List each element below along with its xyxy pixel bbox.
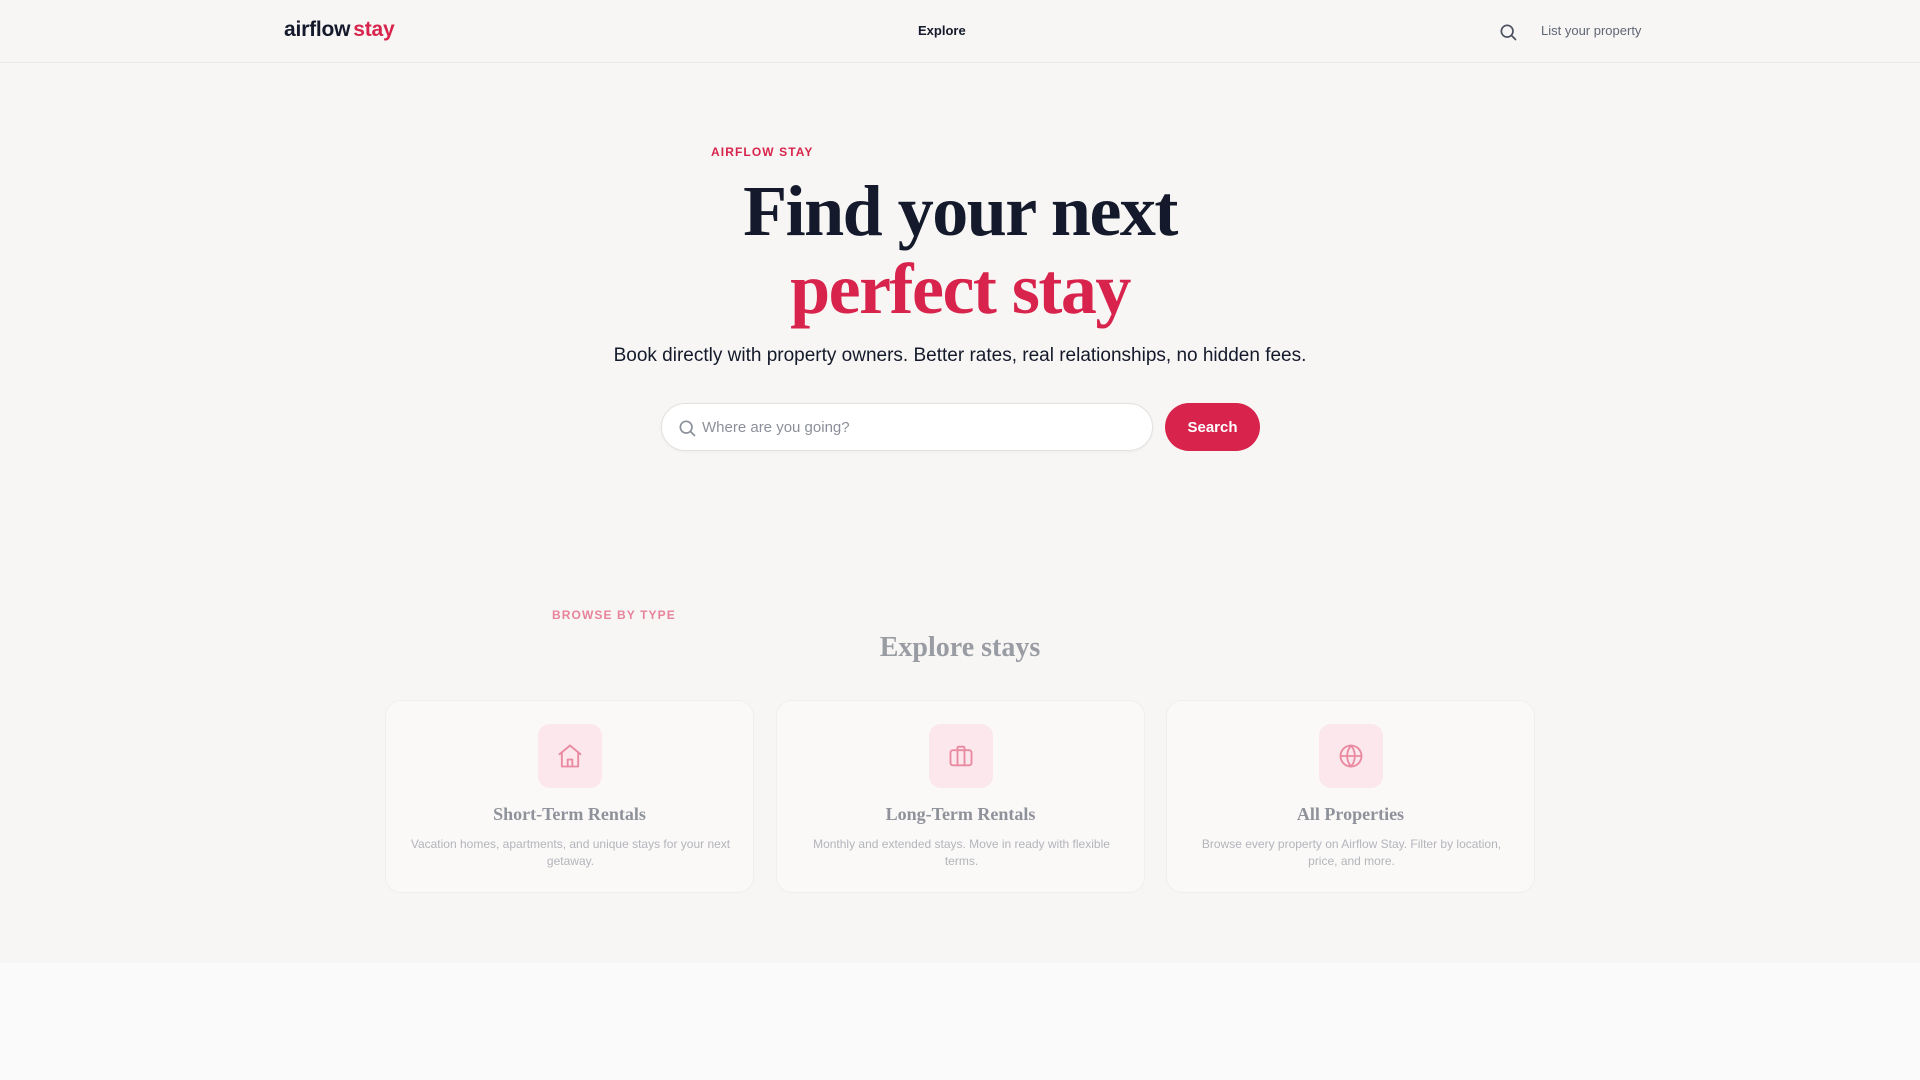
logo-accent: stay [353,18,395,41]
card-title: Short-Term Rentals [493,804,646,824]
hero-subtitle: Book directly with property owners. Bett… [613,345,1307,366]
search-button[interactable]: Search [1165,403,1260,451]
search-icon [677,418,697,438]
destination-search-input[interactable] [702,404,1142,450]
briefcase-icon [949,745,973,767]
card-long-term-rentals[interactable]: Long-Term Rentals Monthly and extended s… [776,700,1145,893]
home-icon [558,744,582,768]
card-description: Monthly and extended stays. Move in read… [813,837,1110,868]
card-title: Long-Term Rentals [885,804,1036,824]
nav-explore-link[interactable]: Explore [918,23,966,38]
hero-title: Find your next perfect stay [0,172,1920,328]
hero-title-line2: perfect stay [790,249,1131,329]
card-title: All Properties [1296,804,1405,824]
footer-band [0,963,1920,1080]
destination-search-box [661,403,1153,451]
card-icon-wrap [929,724,993,788]
hero-eyebrow: AIRFLOW STAY [711,145,814,159]
card-icon-wrap [1319,724,1383,788]
site-header: airflow stay Explore List your property [0,0,1920,63]
browse-title: Explore stays [879,632,1041,663]
card-description: Browse every property on Airflow Stay. F… [1201,837,1502,868]
card-icon-wrap [538,724,602,788]
browse-eyebrow: BROWSE BY TYPE [552,608,676,622]
logo-main: airflow [284,18,351,41]
logo[interactable]: airflow stay [284,18,395,42]
hero-title-line1: Find your next [743,171,1178,251]
search-icon[interactable] [1498,22,1518,42]
card-all-properties[interactable]: All Properties Browse every property on … [1166,700,1535,893]
globe-icon [1339,744,1363,768]
list-property-link[interactable]: List your property [1541,23,1641,38]
card-description: Vacation homes, apartments, and unique s… [410,837,731,868]
card-short-term-rentals[interactable]: Short-Term Rentals Vacation homes, apart… [385,700,754,893]
